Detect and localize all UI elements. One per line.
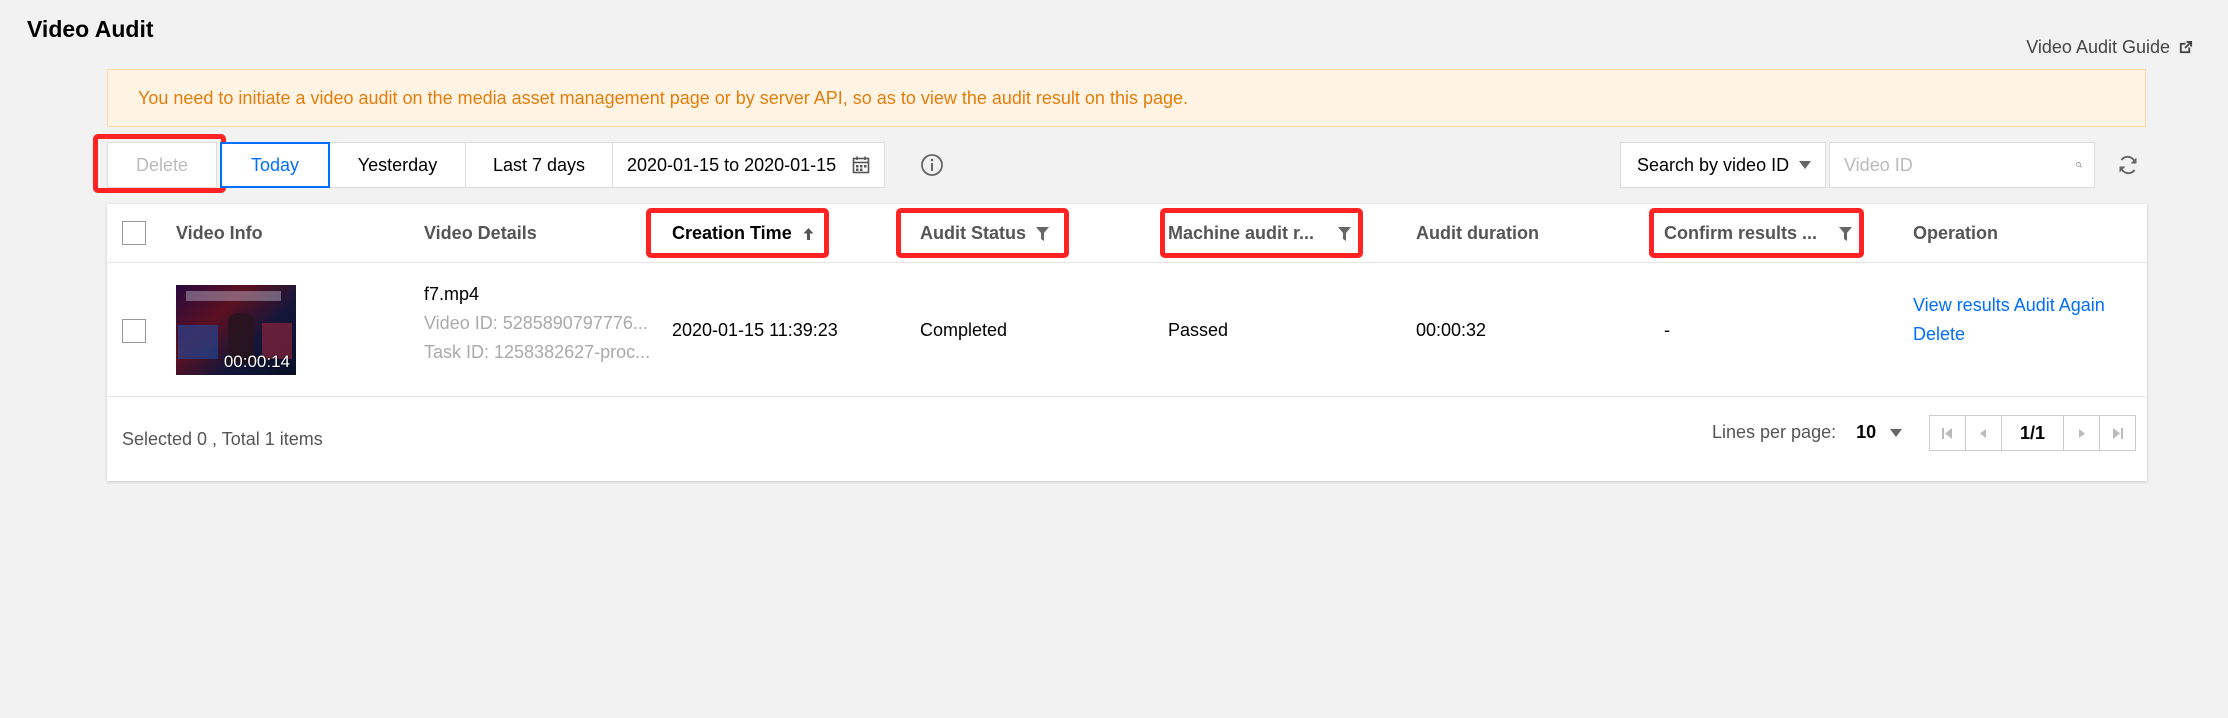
lines-per-page-label: Lines per page: xyxy=(1712,422,1837,442)
calendar-icon xyxy=(852,156,870,174)
header-confirm-results[interactable]: Confirm results ... xyxy=(1664,204,1853,263)
search-type-select[interactable]: Search by video ID xyxy=(1620,142,1826,188)
task-id: Task ID: 1258382627-proc... xyxy=(424,342,651,362)
filter-icon[interactable] xyxy=(1036,226,1049,241)
video-thumbnail[interactable]: 00:00:14 xyxy=(176,285,296,375)
page-title: Video Audit xyxy=(27,16,154,42)
video-id: Video ID: 5285890797776... xyxy=(424,313,648,333)
header-video-details: Video Details xyxy=(424,223,537,243)
filter-icon[interactable] xyxy=(1338,226,1352,241)
header-creation-time[interactable]: Creation Time xyxy=(672,204,815,263)
row-checkbox[interactable] xyxy=(122,319,146,343)
date-range-picker[interactable]: 2020-01-15 to 2020-01-15 xyxy=(612,142,886,188)
notice-text: You need to initiate a video audit on th… xyxy=(138,87,1188,108)
refresh-icon[interactable] xyxy=(2116,153,2140,177)
select-all-checkbox[interactable] xyxy=(122,221,146,245)
next-page-button[interactable] xyxy=(2063,415,2100,451)
caret-down-icon xyxy=(1799,161,1811,169)
machine-audit-cell: Passed xyxy=(1168,320,1229,340)
external-link-icon xyxy=(2179,40,2193,54)
next-page-icon xyxy=(2079,428,2085,438)
audit-duration-cell: 00:00:32 xyxy=(1416,320,1487,340)
video-id-input[interactable] xyxy=(1844,154,2076,176)
thumb-shape xyxy=(186,291,281,301)
search-type-label: Search by video ID xyxy=(1637,154,1790,175)
header-operation: Operation xyxy=(1913,223,1999,243)
header-machine-audit[interactable]: Machine audit r... xyxy=(1168,204,1352,263)
search-bar: Search by video ID xyxy=(1620,142,2095,188)
yesterday-button[interactable]: Yesterday xyxy=(329,142,466,188)
lines-per-page: Lines per page: 10 xyxy=(1712,422,1903,443)
table-header: Video Info Video Details Creation Time A… xyxy=(107,204,2147,263)
first-page-icon xyxy=(1942,427,1952,439)
prev-page-button[interactable] xyxy=(1965,415,2002,451)
toolbar: Delete Today Yesterday Last 7 days 2020-… xyxy=(107,142,886,188)
pagination: 1/1 xyxy=(1929,415,2136,451)
video-table: Video Info Video Details Creation Time A… xyxy=(107,204,2147,481)
info-icon[interactable] xyxy=(920,153,944,177)
date-range-value: 2020-01-15 to 2020-01-15 xyxy=(627,154,837,175)
notice-banner: You need to initiate a video audit on th… xyxy=(107,69,2146,127)
filter-icon[interactable] xyxy=(1839,226,1853,241)
header-video-info: Video Info xyxy=(176,223,263,243)
header-audit-status[interactable]: Audit Status xyxy=(920,204,1049,263)
audit-again-link[interactable]: Audit Again xyxy=(2014,295,2105,315)
table-row: 00:00:14 f7.mp4 Video ID: 5285890797776.… xyxy=(107,264,2147,397)
sort-up-icon[interactable] xyxy=(802,227,815,241)
last-page-icon xyxy=(2113,427,2123,439)
guide-link-label: Video Audit Guide xyxy=(2026,37,2170,57)
guide-link[interactable]: Video Audit Guide xyxy=(2026,37,2193,58)
header-audit-duration: Audit duration xyxy=(1416,223,1539,243)
view-results-link[interactable]: View results xyxy=(1913,295,2010,315)
delete-link[interactable]: Delete xyxy=(1913,324,1965,344)
confirm-results-cell: - xyxy=(1664,320,1670,340)
prev-page-icon xyxy=(1980,428,1986,438)
delete-button[interactable]: Delete xyxy=(107,142,217,188)
operation-cell: View results Audit Again Delete xyxy=(1913,291,2105,349)
video-details: f7.mp4 Video ID: 5285890797776... Task I… xyxy=(424,284,650,363)
today-button[interactable]: Today xyxy=(220,142,330,188)
selection-summary: Selected 0 , Total 1 items xyxy=(122,429,323,449)
file-name: f7.mp4 xyxy=(424,284,480,304)
last-7-days-button[interactable]: Last 7 days xyxy=(465,142,613,188)
page-indicator: 1/1 xyxy=(2001,415,2064,451)
last-page-button[interactable] xyxy=(2099,415,2136,451)
caret-down-icon xyxy=(1890,428,1903,437)
search-input-box xyxy=(1829,142,2095,188)
first-page-button[interactable] xyxy=(1929,415,1966,451)
thumb-shape xyxy=(178,325,218,359)
audit-status-cell: Completed xyxy=(920,320,1008,340)
creation-time-cell: 2020-01-15 11:39:23 xyxy=(672,320,838,340)
thumbnail-duration: 00:00:14 xyxy=(223,352,290,371)
lines-per-page-value: 10 xyxy=(1856,422,1877,442)
search-icon[interactable] xyxy=(2076,154,2082,176)
lines-per-page-select[interactable]: 10 xyxy=(1856,422,1903,443)
